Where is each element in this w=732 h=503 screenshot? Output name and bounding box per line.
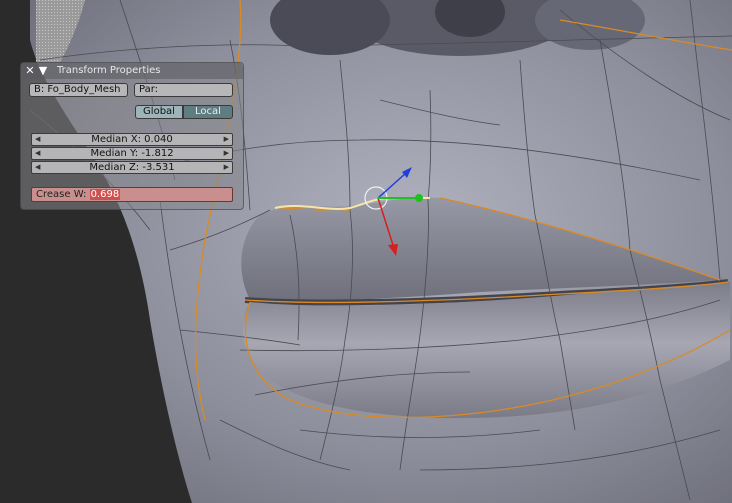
decrement-arrow-icon[interactable]: ◀ — [35, 134, 40, 145]
y-axis-handle[interactable] — [415, 194, 423, 202]
crease-value: 0.698 — [89, 189, 121, 200]
decrement-arrow-icon[interactable]: ◀ — [35, 162, 40, 173]
object-name-field[interactable]: B: Fo_Body_Mesh — [29, 83, 128, 97]
triangle-down-icon[interactable]: ▼ — [37, 64, 49, 77]
increment-arrow-icon[interactable]: ▶ — [224, 148, 229, 159]
median-x-field[interactable]: ◀ Median X: 0.040 ▶ — [31, 133, 233, 146]
decrement-arrow-icon[interactable]: ◀ — [35, 148, 40, 159]
panel-title: Transform Properties — [57, 65, 161, 76]
global-toggle[interactable]: Global — [135, 105, 183, 119]
crease-weight-field[interactable]: Crease W: 0.698 — [31, 187, 233, 202]
median-y-value: Median Y: -1.812 — [90, 148, 174, 159]
increment-arrow-icon[interactable]: ▶ — [224, 134, 229, 145]
median-z-field[interactable]: ◀ Median Z: -3.531 ▶ — [31, 161, 233, 174]
close-icon[interactable]: ✕ — [24, 64, 36, 77]
median-y-field[interactable]: ◀ Median Y: -1.812 ▶ — [31, 147, 233, 160]
crease-label: Crease W: — [36, 189, 87, 200]
panel-header[interactable]: ✕ ▼ Transform Properties — [21, 63, 243, 79]
local-toggle[interactable]: Local — [183, 105, 233, 119]
transform-properties-panel: ✕ ▼ Transform Properties B: Fo_Body_Mesh… — [20, 62, 244, 210]
parent-field[interactable]: Par: — [134, 83, 233, 97]
median-x-value: Median X: 0.040 — [91, 134, 173, 145]
increment-arrow-icon[interactable]: ▶ — [224, 162, 229, 173]
median-z-value: Median Z: -3.531 — [89, 162, 175, 173]
